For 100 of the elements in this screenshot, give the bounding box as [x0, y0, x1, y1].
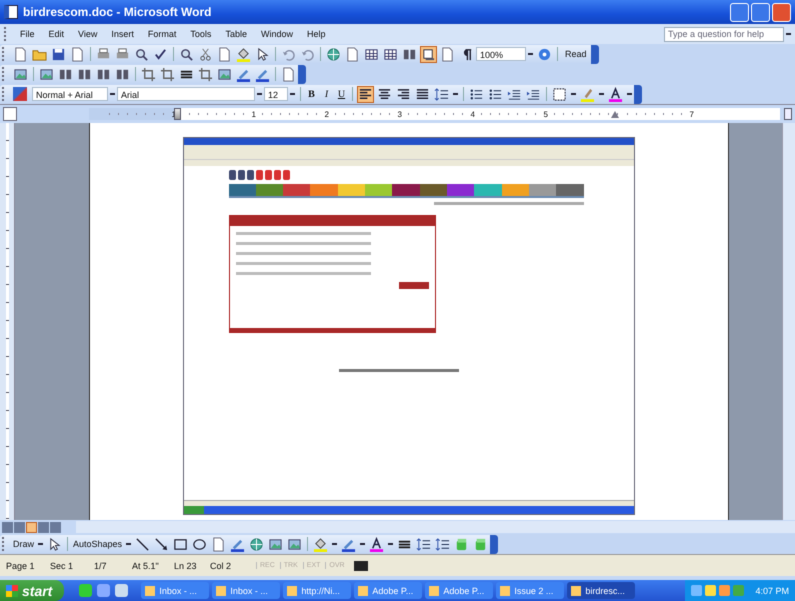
fill-bucket-icon[interactable] [236, 46, 251, 62]
line-spacing-icon[interactable] [435, 536, 450, 552]
minimize-button[interactable] [730, 2, 749, 22]
rectangle-tool-icon[interactable] [173, 536, 188, 552]
tray-icon[interactable] [705, 585, 716, 596]
magnifier-icon[interactable] [179, 46, 194, 62]
borders-icon[interactable] [552, 86, 567, 102]
toolbar-grip-icon[interactable] [2, 537, 7, 551]
italic-button[interactable]: I [319, 88, 334, 100]
taskbar-button[interactable]: Adobe P... [354, 582, 422, 599]
justify-icon[interactable] [415, 86, 430, 102]
toolbar-grip-icon[interactable] [2, 67, 7, 81]
drawing-toggle-icon[interactable] [421, 46, 436, 62]
web-view-icon[interactable] [14, 522, 25, 532]
page-icon[interactable] [281, 66, 296, 82]
menu-item[interactable]: Edit [42, 29, 72, 39]
autoshapes-menu[interactable]: AutoShapes [71, 539, 124, 549]
globe-icon[interactable] [249, 536, 264, 552]
page-icon[interactable] [13, 46, 28, 62]
page-icon[interactable] [440, 46, 455, 62]
align-center-icon[interactable] [377, 86, 392, 102]
toolbar-grip-icon[interactable] [4, 27, 9, 41]
globe-icon[interactable] [326, 46, 341, 62]
draw-menu[interactable]: Draw [11, 539, 36, 549]
quick-launch-icon[interactable] [79, 584, 92, 597]
indent-marker-icon[interactable] [174, 108, 181, 120]
page-icon[interactable] [345, 46, 360, 62]
page-icon[interactable] [217, 46, 232, 62]
read-button[interactable]: Read [561, 49, 591, 59]
menu-item[interactable]: File [13, 29, 42, 39]
crop-icon[interactable] [160, 66, 175, 82]
align-left-icon[interactable] [358, 86, 373, 102]
magnifier-icon[interactable] [134, 46, 149, 62]
picture-icon[interactable] [39, 66, 54, 82]
table-grid-icon[interactable] [364, 46, 379, 62]
taskbar-button[interactable]: Inbox - ... [212, 582, 280, 599]
line-tool-icon[interactable] [135, 536, 150, 552]
taskbar-button[interactable]: birdresc... [567, 582, 636, 599]
line-spacing-icon[interactable] [416, 536, 432, 552]
printer-icon[interactable] [115, 46, 130, 62]
tab-selector-icon[interactable] [3, 107, 17, 121]
picture-icon[interactable] [13, 66, 28, 82]
bullets-icon[interactable] [469, 86, 484, 102]
taskbar-button[interactable]: Issue 2 ... [496, 582, 564, 599]
quick-launch-icon[interactable] [97, 584, 110, 597]
toolbar-grip-icon[interactable] [2, 47, 7, 61]
menu-item[interactable]: Window [254, 29, 300, 39]
table-grid-icon[interactable] [383, 46, 398, 62]
menu-item[interactable]: Table [218, 29, 254, 39]
picture-icon[interactable] [268, 536, 284, 552]
font-dropdown[interactable]: Arial [117, 87, 255, 101]
taskbar-button[interactable]: Adobe P... [425, 582, 494, 599]
page-icon[interactable] [70, 46, 85, 62]
help-circle-icon[interactable] [537, 46, 552, 62]
picture-icon[interactable] [217, 66, 232, 82]
printer-icon[interactable] [96, 46, 111, 62]
menu-item[interactable]: View [71, 29, 104, 39]
underline-button[interactable]: U [334, 88, 349, 100]
zoom-dropdown[interactable]: 100% [476, 47, 526, 61]
font-color-icon[interactable] [369, 536, 384, 552]
toolbar-options-icon[interactable] [634, 84, 642, 104]
start-button[interactable]: start [0, 580, 64, 601]
line-spacing-icon[interactable] [434, 86, 449, 102]
quick-launch-icon[interactable] [115, 584, 128, 597]
crop-icon[interactable] [141, 66, 156, 82]
print-view-icon[interactable] [26, 522, 37, 532]
menu-item[interactable]: Format [140, 29, 184, 39]
menu-item[interactable]: Help [300, 29, 332, 39]
bold-button[interactable]: B [304, 88, 319, 100]
bullets-icon[interactable] [488, 86, 503, 102]
reading-view-icon[interactable] [50, 522, 61, 532]
maximize-button[interactable] [751, 2, 770, 22]
taskbar-button[interactable]: Inbox - ... [141, 582, 210, 599]
toolbar-grip-icon[interactable] [2, 87, 7, 101]
scissors-icon[interactable] [198, 46, 213, 62]
close-button[interactable] [772, 2, 791, 22]
font-color-icon[interactable] [608, 86, 623, 102]
align-right-icon[interactable] [396, 86, 411, 102]
vertical-scrollbar[interactable] [782, 123, 795, 520]
fill-bucket-icon[interactable] [313, 536, 328, 552]
menu-item[interactable]: Tools [183, 29, 218, 39]
normal-view-icon[interactable] [2, 522, 13, 532]
horizontal-scrollbar[interactable] [76, 521, 795, 533]
crop-icon[interactable] [198, 66, 213, 82]
arrow-tool-icon[interactable] [154, 536, 170, 552]
font-size-dropdown[interactable]: 12 [264, 87, 288, 101]
menu-item[interactable]: Insert [104, 29, 141, 39]
page-icon[interactable] [211, 536, 226, 552]
outline-view-icon[interactable] [38, 522, 49, 532]
toolbar-options-icon[interactable] [298, 64, 306, 84]
toolbar-options-icon[interactable] [590, 44, 599, 64]
help-search-field[interactable]: Type a question for help [664, 26, 784, 42]
oval-tool-icon[interactable] [192, 536, 208, 552]
picture-icon[interactable] [287, 536, 302, 552]
status-field: Sec 1 [50, 560, 94, 570]
taskbar-button[interactable]: http://Ni... [283, 582, 352, 599]
toolbar-options-icon[interactable] [490, 534, 498, 554]
style-dropdown[interactable]: Normal + Arial [32, 87, 108, 101]
checkmark-icon[interactable] [153, 46, 168, 62]
split-handle-icon[interactable] [784, 108, 792, 120]
